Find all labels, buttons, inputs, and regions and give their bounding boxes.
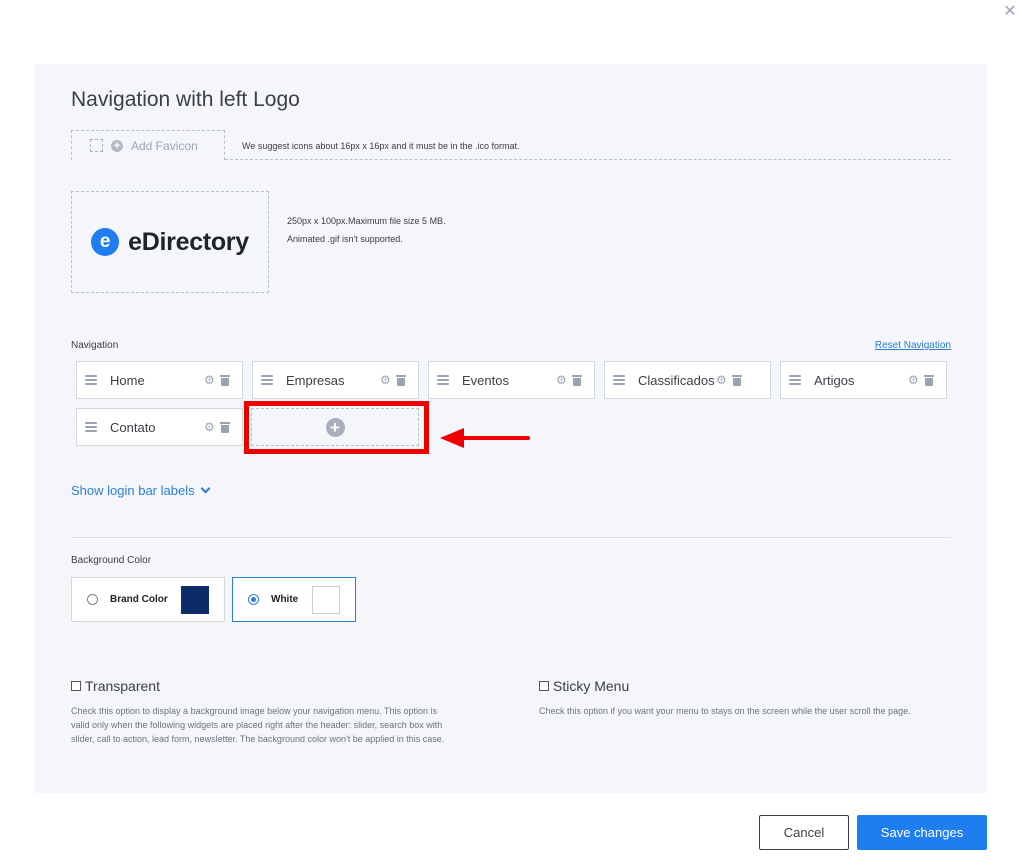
transparent-description-line: slider, call to action, lead form, newsl… bbox=[71, 734, 445, 744]
add-nav-item-button[interactable]: + bbox=[251, 408, 419, 446]
gear-icon[interactable]: ⚙ bbox=[716, 374, 727, 386]
gear-icon[interactable]: ⚙ bbox=[204, 374, 215, 386]
nav-item-label: Classificados bbox=[638, 372, 715, 388]
gear-icon[interactable]: ⚙ bbox=[908, 374, 919, 386]
nav-item-empresas[interactable]: Empresas ⚙ bbox=[252, 361, 419, 399]
plus-circle-icon: + bbox=[111, 139, 123, 152]
drag-handle-icon[interactable] bbox=[437, 375, 449, 385]
trash-icon[interactable] bbox=[924, 374, 934, 386]
logo-hint-gif: Animated .gif isn't supported. bbox=[287, 234, 403, 244]
page-title: Navigation with left Logo bbox=[71, 88, 300, 111]
drag-handle-icon[interactable] bbox=[789, 375, 801, 385]
favicon-placeholder-icon bbox=[90, 139, 103, 152]
save-changes-button[interactable]: Save changes bbox=[857, 815, 987, 850]
section-divider bbox=[71, 537, 951, 538]
bg-option-label: White bbox=[271, 594, 299, 605]
nav-item-home[interactable]: Home ⚙ bbox=[76, 361, 243, 399]
background-color-label: Background Color bbox=[71, 555, 152, 566]
nav-item-classificados[interactable]: Classificados ⚙ bbox=[604, 361, 771, 399]
logo-upload[interactable]: e eDirectory bbox=[71, 191, 269, 293]
trash-icon[interactable] bbox=[220, 421, 230, 433]
sticky-menu-checkbox[interactable]: Sticky Menu bbox=[539, 678, 629, 694]
cancel-button[interactable]: Cancel bbox=[759, 815, 849, 850]
bg-option-label: Brand Color bbox=[110, 594, 168, 605]
bg-option-brand-color[interactable]: Brand Color bbox=[71, 577, 225, 622]
transparent-label: Transparent bbox=[85, 678, 160, 694]
annotation-arrow-icon bbox=[440, 428, 530, 448]
nav-item-label: Contato bbox=[110, 419, 156, 435]
white-color-swatch bbox=[312, 586, 340, 614]
trash-icon[interactable] bbox=[220, 374, 230, 386]
close-icon[interactable]: ✕ bbox=[1000, 2, 1020, 22]
gear-icon[interactable]: ⚙ bbox=[556, 374, 567, 386]
transparent-description-line: valid only when the following widgets ar… bbox=[71, 720, 443, 730]
drag-handle-icon[interactable] bbox=[261, 375, 273, 385]
trash-icon[interactable] bbox=[572, 374, 582, 386]
drag-handle-icon[interactable] bbox=[85, 375, 97, 385]
nav-item-contato[interactable]: Contato ⚙ bbox=[76, 408, 243, 446]
gear-icon[interactable]: ⚙ bbox=[204, 421, 215, 433]
brand-color-swatch bbox=[181, 586, 209, 614]
favicon-divider bbox=[225, 159, 951, 160]
radio-brand-color[interactable] bbox=[87, 594, 98, 605]
nav-item-eventos[interactable]: Eventos ⚙ bbox=[428, 361, 595, 399]
sticky-menu-label: Sticky Menu bbox=[553, 678, 630, 694]
logo-hint: 250px x 100px.Maximum file size 5 MB. An… bbox=[287, 212, 446, 248]
favicon-hint: We suggest icons about 16px x 16px and i… bbox=[242, 141, 520, 151]
add-favicon-label: Add Favicon bbox=[131, 138, 198, 153]
reset-navigation-link[interactable]: Reset Navigation bbox=[875, 340, 951, 351]
nav-item-label: Artigos bbox=[814, 372, 855, 388]
checkbox-icon[interactable] bbox=[539, 681, 549, 691]
bg-option-white[interactable]: White bbox=[232, 577, 356, 622]
show-login-bar-labels-label: Show login bar labels bbox=[71, 483, 195, 498]
trash-icon[interactable] bbox=[396, 374, 406, 386]
transparent-description-line: Check this option to display a backgroun… bbox=[71, 706, 438, 716]
gear-icon[interactable]: ⚙ bbox=[380, 374, 391, 386]
nav-item-label: Home bbox=[110, 372, 145, 388]
add-favicon-button[interactable]: + Add Favicon bbox=[71, 130, 225, 160]
chevron-down-icon bbox=[200, 483, 211, 494]
nav-item-label: Eventos bbox=[462, 372, 509, 388]
navigation-label: Navigation bbox=[71, 340, 119, 351]
checkbox-icon[interactable] bbox=[71, 681, 81, 691]
radio-white[interactable] bbox=[248, 594, 259, 605]
show-login-bar-labels-toggle[interactable]: Show login bar labels bbox=[71, 483, 211, 498]
logo-hint-size: 250px x 100px.Maximum file size 5 MB. bbox=[287, 216, 446, 226]
brand-logo-text: eDirectory bbox=[128, 227, 249, 256]
brand-logo-icon: e bbox=[91, 228, 120, 256]
transparent-checkbox[interactable]: Transparent bbox=[71, 678, 160, 694]
trash-icon[interactable] bbox=[732, 374, 742, 386]
plus-circle-icon: + bbox=[325, 417, 345, 437]
drag-handle-icon[interactable] bbox=[613, 375, 625, 385]
nav-item-artigos[interactable]: Artigos ⚙ bbox=[780, 361, 947, 399]
sticky-menu-description: Check this option if you want your menu … bbox=[539, 706, 911, 716]
nav-item-label: Empresas bbox=[286, 372, 345, 388]
transparent-description: Check this option to display a backgroun… bbox=[71, 704, 491, 746]
drag-handle-icon[interactable] bbox=[85, 422, 97, 432]
